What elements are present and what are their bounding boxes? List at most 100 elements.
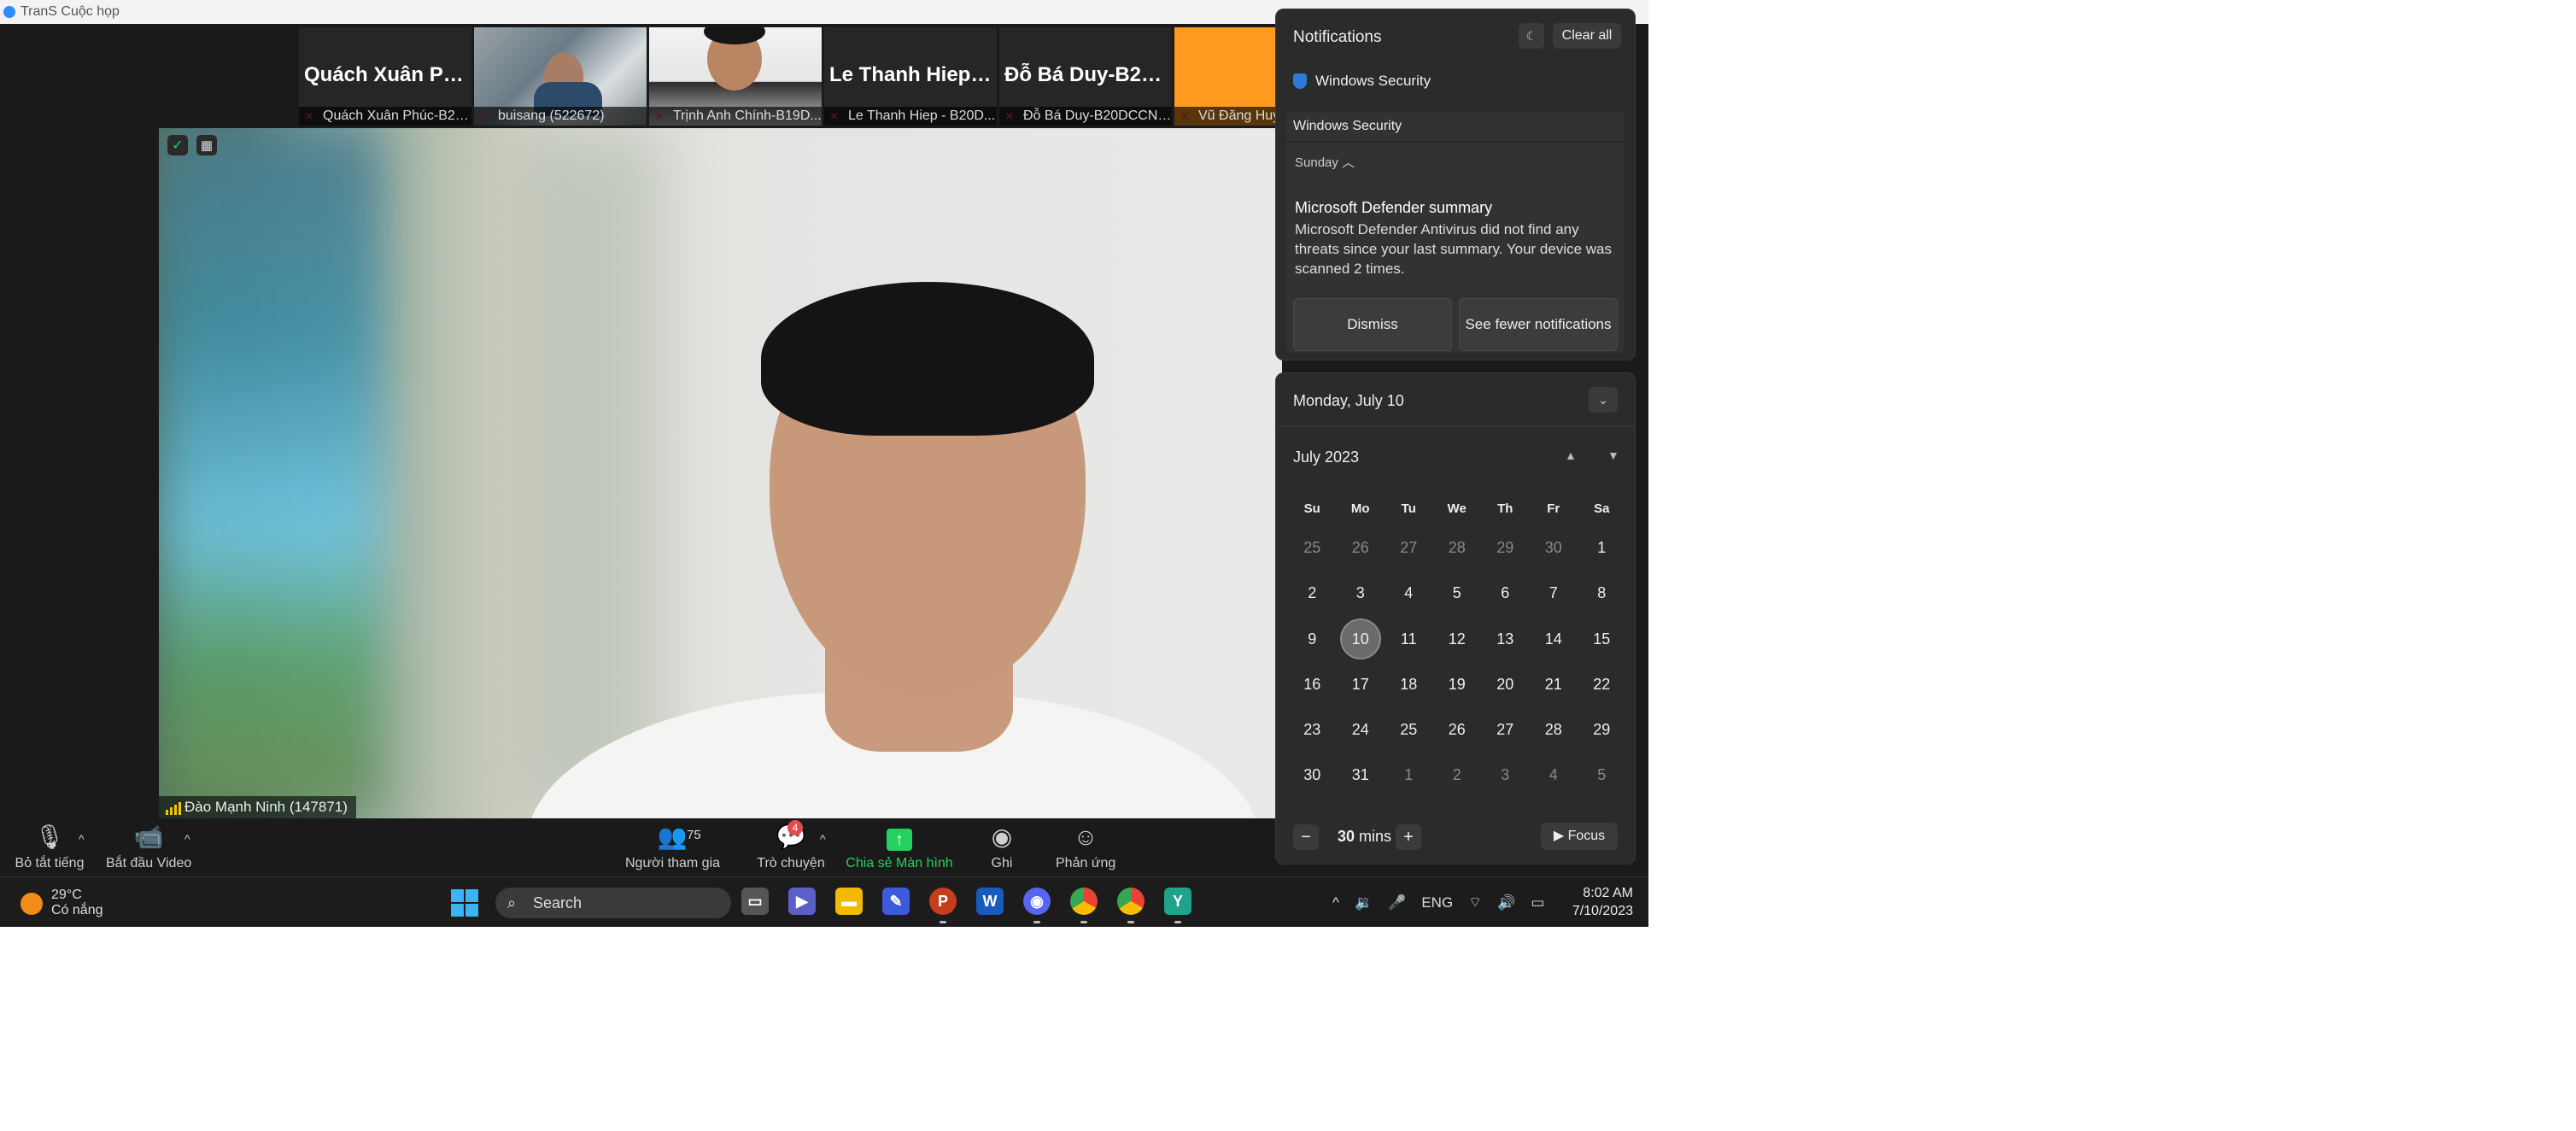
record-label: Ghi [991,856,1013,870]
weather-widget[interactable]: 29°C Có nắng [20,888,103,918]
calendar-day[interactable]: 28 [1433,525,1482,571]
participant-tile[interactable]: Quách Xuân Ph... ✕ Quách Xuân Phúc-B20..… [299,27,471,126]
calendar-day[interactable]: 2 [1433,753,1482,798]
calendar-day[interactable]: 31 [1337,753,1385,798]
word-icon[interactable]: W [976,888,1004,915]
notification-heading: Microsoft Defender summary [1295,199,1493,216]
speaker-tray-icon[interactable]: 🔉 [1355,894,1373,911]
focus-button[interactable]: ▶ Focus [1541,823,1618,850]
calendar-day[interactable]: 20 [1481,662,1530,707]
calendar-day[interactable]: 9 [1288,617,1337,662]
volume-icon[interactable]: 🔊 [1497,894,1515,911]
dismiss-button[interactable]: Dismiss [1293,298,1452,351]
calendar-day[interactable]: 28 [1530,707,1578,753]
calendar-day[interactable]: 8 [1578,571,1626,616]
calendar-day[interactable]: 27 [1481,707,1530,753]
powerpoint-icon[interactable]: P [929,888,957,923]
taskbar-search[interactable]: ⌕ Search [495,888,731,918]
increase-minutes-button[interactable]: + [1396,824,1421,850]
view-grid-icon[interactable]: ▦ [196,135,217,155]
tray-overflow-chevron-icon[interactable]: ^ [1332,894,1339,911]
reactions-button[interactable]: ☺ Phản ứng [1056,823,1115,871]
notification-group-header[interactable]: Windows Security [1286,112,1625,141]
battery-icon[interactable]: ▭ [1531,894,1544,911]
calendar-day-number: 3 [1501,766,1510,784]
encryption-shield-icon[interactable]: ✓ [167,135,188,155]
chevron-down-icon[interactable]: ⌄ [1589,387,1618,413]
participant-tile[interactable]: Le Thanh Hiep -... ✕ Le Thanh Hiep - B20… [824,27,997,126]
notification-card[interactable]: Sunday ︿ Microsoft Defender summary Micr… [1286,143,1625,353]
calendar-day[interactable]: 1 [1578,525,1626,571]
participant-tile[interactable]: ✕ Trịnh Anh Chính-B19D... [649,27,822,126]
calendar-day[interactable]: 17 [1337,662,1385,707]
teams-chat-icon[interactable]: ▶ [788,888,816,915]
calendar-day[interactable]: 5 [1578,753,1626,798]
task-view-icon[interactable]: ▭ [741,888,769,915]
app-icon[interactable]: Y [1164,888,1191,923]
decrease-minutes-button[interactable]: − [1293,824,1319,850]
calendar-day[interactable]: 15 [1578,617,1626,662]
calendar-day[interactable]: 14 [1530,617,1578,662]
wifi-icon[interactable]: ⌔ [1468,894,1482,911]
calendar-day[interactable]: 26 [1337,525,1385,571]
pen-app-icon[interactable]: ✎ [882,888,910,915]
calendar-day[interactable]: 3 [1481,753,1530,798]
calendar-day[interactable]: 7 [1530,571,1578,616]
chrome-profile-icon[interactable] [1117,888,1145,923]
notification-day[interactable]: Sunday ︿ [1295,153,1355,171]
calendar-day[interactable]: 4 [1385,571,1433,616]
calendar-day[interactable]: 25 [1288,525,1337,571]
calendar-day[interactable]: 4 [1530,753,1578,798]
calendar-day[interactable]: 21 [1530,662,1578,707]
calendar-day-today[interactable]: 10 [1337,617,1385,662]
calendar-day[interactable]: 13 [1481,617,1530,662]
calendar-day[interactable]: 5 [1433,571,1482,616]
calendar-day[interactable]: 1 [1385,753,1433,798]
calendar-day[interactable]: 29 [1481,525,1530,571]
active-speaker-video[interactable]: ✓ ▦ Đào Mạnh Ninh (147871) [159,128,1282,818]
calendar-day[interactable]: 16 [1288,662,1337,707]
taskbar-clock[interactable]: 8:02 AM 7/10/2023 [1572,884,1633,920]
play-icon: ▶ [1553,829,1565,843]
calendar-day[interactable]: 25 [1385,707,1433,753]
microphone-tray-icon[interactable]: 🎤 [1388,894,1406,911]
participant-tile[interactable]: Đỗ Bá Duy-B20... ✕ Đỗ Bá Duy-B20DCCN1... [999,27,1172,126]
next-month-icon[interactable]: ▼ [1607,448,1619,462]
calendar-day[interactable]: 11 [1385,617,1433,662]
do-not-disturb-icon[interactable]: ☾ [1519,23,1544,49]
unmute-button[interactable]: 🎙 Bỏ tắt tiếng [14,823,85,871]
calendar-day-number: 4 [1404,584,1414,602]
calendar-day[interactable]: 23 [1288,707,1337,753]
calendar-day[interactable]: 27 [1385,525,1433,571]
calendar-month[interactable]: July 2023 [1293,448,1359,466]
calendar-day[interactable]: 18 [1385,662,1433,707]
chrome-icon[interactable] [1070,888,1098,923]
share-screen-button[interactable]: ↑ Chia sẻ Màn hình [846,823,953,871]
calendar-day[interactable]: 29 [1578,707,1626,753]
calendar-day[interactable]: 12 [1433,617,1482,662]
clear-all-button[interactable]: Clear all [1553,23,1621,49]
start-video-button[interactable]: 📹 Bắt đầu Video [106,823,191,871]
participants-button[interactable]: 👥 75 Người tham gia [625,823,720,871]
calendar-day[interactable]: 2 [1288,571,1337,616]
see-fewer-button[interactable]: See fewer notifications [1459,298,1618,351]
calendar-day[interactable]: 22 [1578,662,1626,707]
search-label: Search [533,894,583,911]
participant-tile[interactable]: ✕ buisang (522672) [474,27,647,126]
chat-button[interactable]: 💬 4 Trò chuyện [755,820,827,871]
start-button[interactable] [451,889,478,917]
record-button[interactable]: ◉ Ghi [989,823,1015,871]
calendar-day[interactable]: 30 [1530,525,1578,571]
language-indicator[interactable]: ENG [1421,894,1453,911]
calendar-day[interactable]: 26 [1433,707,1482,753]
file-explorer-icon[interactable]: ▬ [835,888,863,915]
participant-tile[interactable]: ✕ Vũ Đăng Huy [1174,27,1285,126]
calendar-day[interactable]: 24 [1337,707,1385,753]
discord-icon[interactable]: ◉ [1023,888,1051,923]
previous-month-icon[interactable]: ▲ [1565,448,1577,462]
calendar-day[interactable]: 19 [1433,662,1482,707]
calendar-day[interactable]: 6 [1481,571,1530,616]
chevron-up-icon: ︿ [1342,155,1355,170]
calendar-day[interactable]: 3 [1337,571,1385,616]
calendar-day[interactable]: 30 [1288,753,1337,798]
